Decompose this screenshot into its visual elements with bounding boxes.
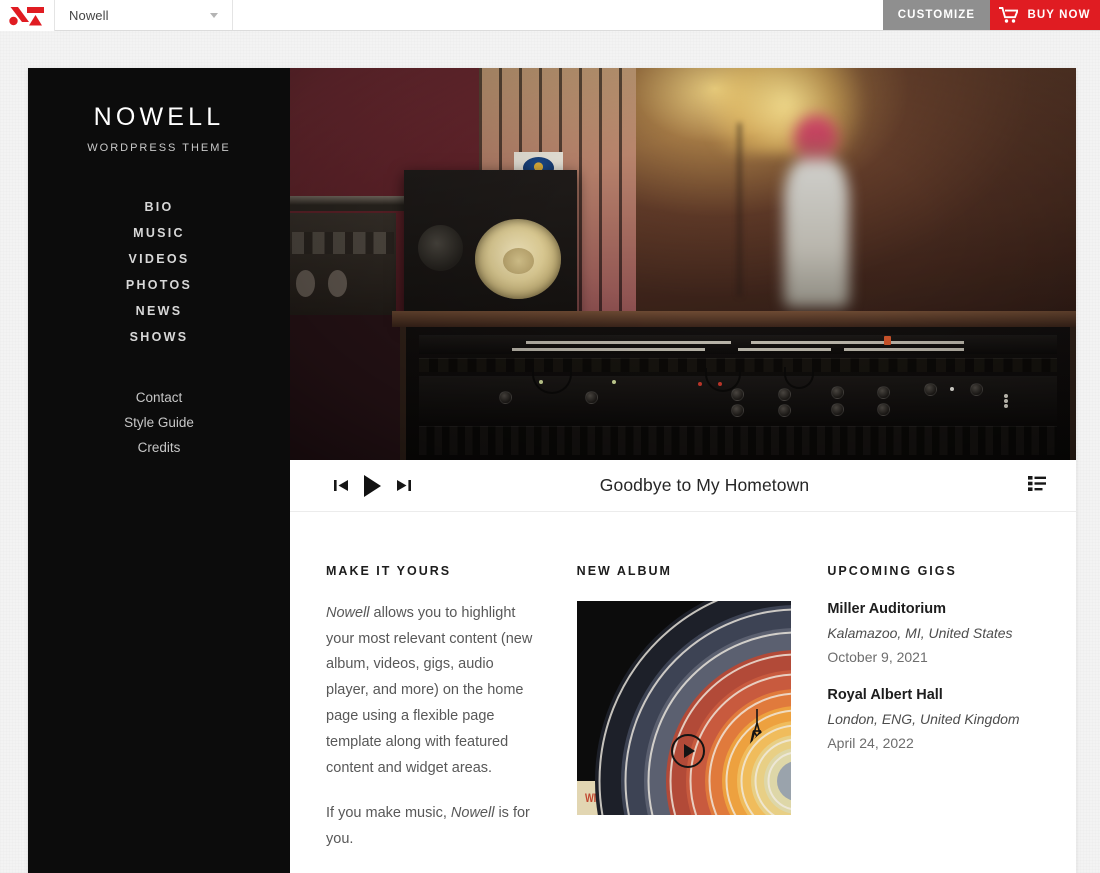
widget-title: UPCOMING GIGS xyxy=(827,563,957,578)
player-track-title: Goodbye to My Hometown xyxy=(599,475,810,496)
page-root: Nowell CUSTOMIZE BUY NOW NOWELL WORDPRES… xyxy=(0,0,1100,873)
album-cover[interactable]: WIDE LISTENER DREW KENNEDY xyxy=(576,600,791,815)
hero-equipment-rack xyxy=(400,327,1076,461)
play-circle-icon[interactable] xyxy=(670,733,705,768)
shopping-cart-icon xyxy=(999,7,1019,23)
gig-date: April 24, 2022 xyxy=(827,734,914,751)
playlist-icon[interactable] xyxy=(1022,470,1052,502)
sidebar-item-contact[interactable]: Contact xyxy=(28,385,290,410)
content-column: Goodbye to My Hometown MAKE IT YOURS Now… xyxy=(290,68,1076,873)
sidebar-item-videos[interactable]: VIDEOS xyxy=(28,246,290,272)
sidebar-item-bio[interactable]: BIO xyxy=(28,194,290,220)
hero-mic-stand xyxy=(738,122,742,296)
skip-previous-icon[interactable] xyxy=(334,479,349,492)
theme-name-emphasis-1: Nowell xyxy=(326,604,370,621)
customize-button-label: CUSTOMIZE xyxy=(897,9,976,21)
primary-navigation: BIO MUSIC VIDEOS PHOTOS NEWS SHOWS xyxy=(28,194,290,350)
sidebar-item-photos[interactable]: PHOTOS xyxy=(28,272,290,298)
widget-row: MAKE IT YOURS Nowell allows you to highl… xyxy=(290,511,1076,873)
widget-new-album: NEW ALBUM xyxy=(576,563,791,873)
play-icon[interactable] xyxy=(363,474,382,497)
hero-image[interactable] xyxy=(290,68,1076,461)
hero-performer xyxy=(781,115,852,308)
secondary-navigation: Contact Style Guide Credits xyxy=(28,385,290,460)
gig-list-item[interactable]: Royal Albert Hall London, ENG, United Ki… xyxy=(827,687,1040,751)
sidebar-item-credits[interactable]: Credits xyxy=(28,435,290,460)
widget-title: MAKE IT YOURS xyxy=(326,563,452,578)
hero-desk-surface xyxy=(392,311,1076,327)
customize-button[interactable]: CUSTOMIZE xyxy=(883,0,990,30)
site-tagline: WORDPRESS THEME xyxy=(87,142,231,154)
sidebar-item-music[interactable]: MUSIC xyxy=(28,220,290,246)
nt-logo-mark xyxy=(9,6,44,25)
widget-upcoming-gigs: UPCOMING GIGS Miller Auditorium Kalamazo… xyxy=(827,564,1040,873)
nt-logo-icon[interactable] xyxy=(0,0,55,31)
site-title[interactable]: NOWELL xyxy=(28,105,290,130)
gig-location: London, ENG, United Kingdom xyxy=(827,710,1020,727)
sidebar: NOWELL WORDPRESS THEME BIO MUSIC VIDEOS … xyxy=(28,68,290,873)
gig-list-item[interactable]: Miller Auditorium Kalamazoo, MI, United … xyxy=(827,601,1040,665)
gig-venue: Miller Auditorium xyxy=(827,600,947,617)
theme-select[interactable]: Nowell xyxy=(55,0,233,30)
make-it-yours-paragraph-2: If you make music, Nowell is for you. xyxy=(326,801,539,853)
gig-venue: Royal Albert Hall xyxy=(827,686,943,703)
audio-player-bar: Goodbye to My Hometown xyxy=(290,460,1076,512)
make-it-yours-paragraph-1: Nowell allows you to highlight your most… xyxy=(326,601,539,782)
theme-name-emphasis-2: Nowell xyxy=(450,805,495,822)
sidebar-item-style-guide[interactable]: Style Guide xyxy=(28,410,290,435)
admin-bar-spacer xyxy=(233,0,883,30)
sidebar-item-news[interactable]: NEWS xyxy=(28,298,290,324)
gig-location: Kalamazoo, MI, United States xyxy=(827,624,1013,641)
widget-title: NEW ALBUM xyxy=(576,563,672,578)
buy-now-button[interactable]: BUY NOW xyxy=(990,0,1100,30)
widget-make-it-yours: MAKE IT YOURS Nowell allows you to highl… xyxy=(326,564,539,873)
buy-now-button-label: BUY NOW xyxy=(1027,9,1091,21)
make-it-yours-paragraph-2-pre: If you make music, xyxy=(326,805,451,822)
hero-studio-monitor xyxy=(403,170,577,324)
hero-amplifier xyxy=(290,213,397,316)
sidebar-item-shows[interactable]: SHOWS xyxy=(28,324,290,350)
theme-select-value: Nowell xyxy=(69,7,109,23)
theme-admin-bar: Nowell CUSTOMIZE BUY NOW xyxy=(0,0,1100,31)
gig-date: October 9, 2021 xyxy=(827,648,928,665)
make-it-yours-paragraph-1-text: allows you to highlight your most releva… xyxy=(326,604,533,776)
site-frame: NOWELL WORDPRESS THEME BIO MUSIC VIDEOS … xyxy=(28,68,1076,873)
chevron-down-icon xyxy=(210,13,218,18)
